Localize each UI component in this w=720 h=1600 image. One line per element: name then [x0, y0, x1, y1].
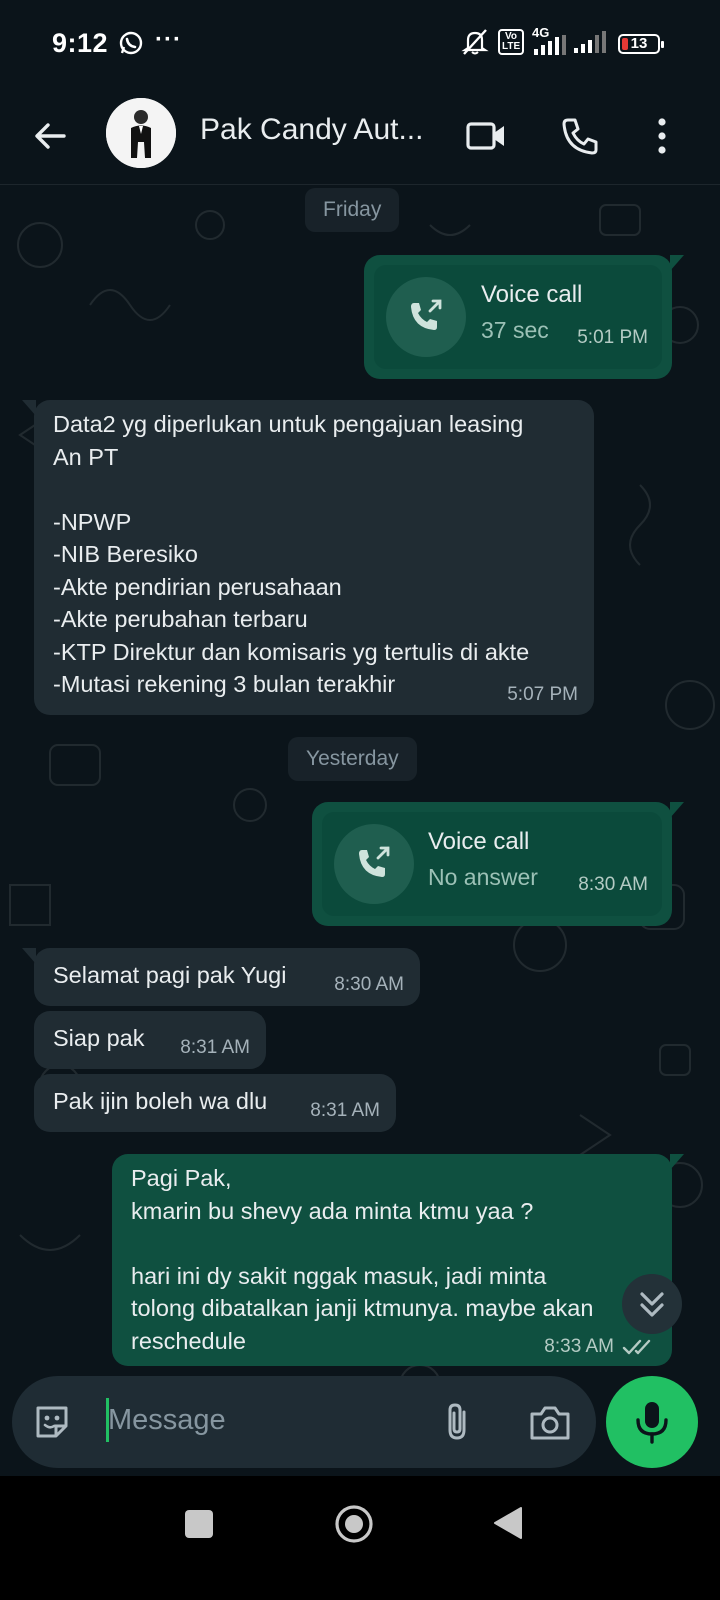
chat-area[interactable]: Friday Voice call 37 sec 5:01 PM Data2 y…	[0, 185, 720, 1407]
more-notifications-icon: ···	[155, 26, 182, 53]
message-time: 8:31 AM	[180, 1037, 250, 1058]
call-card: Voice call 37 sec 5:01 PM	[374, 265, 662, 369]
voice-message-button[interactable]	[606, 1376, 698, 1468]
volte-icon: Vo LTE	[498, 29, 524, 55]
date-divider: Yesterday	[288, 737, 417, 781]
more-options-icon[interactable]	[640, 114, 684, 158]
call-card: Voice call No answer 8:30 AM	[322, 812, 662, 916]
incoming-message-bubble[interactable]: Siap pak 8:31 AM	[34, 1011, 266, 1069]
read-receipt-icon	[622, 1339, 651, 1355]
scroll-to-bottom-button[interactable]	[622, 1274, 682, 1334]
date-divider: Friday	[305, 188, 400, 232]
camera-icon[interactable]	[528, 1402, 572, 1442]
mute-bell-icon	[461, 29, 489, 55]
back-triangle-icon	[494, 1507, 522, 1539]
message-time: 5:01 PM	[577, 327, 648, 348]
outgoing-call-bubble[interactable]: Voice call 37 sec 5:01 PM	[364, 255, 684, 379]
chat-header: Pak Candy Aut...	[0, 88, 720, 185]
contact-avatar[interactable]	[106, 98, 176, 168]
message-text: Data2 yg diperlukan untuk pengajuan leas…	[53, 411, 530, 697]
outgoing-message-bubble[interactable]: Pagi Pak, kmarin bu shevy ada minta ktmu…	[112, 1154, 684, 1366]
call-icon-circle	[386, 277, 466, 357]
call-title: Voice call	[481, 281, 583, 308]
message-input[interactable]: Message	[108, 1404, 226, 1437]
outgoing-call-bubble[interactable]: Voice call No answer 8:30 AM	[312, 802, 684, 926]
outgoing-call-icon	[359, 846, 390, 877]
message-composer: Message	[12, 1376, 596, 1468]
signal-1-icon: 4G	[532, 25, 566, 55]
contact-name[interactable]: Pak Candy Aut...	[200, 113, 423, 147]
message-time: 8:30 AM	[334, 974, 404, 995]
message-time: 8:31 AM	[310, 1100, 380, 1121]
call-status: No answer	[428, 864, 538, 890]
outgoing-call-icon	[411, 299, 442, 330]
back-arrow-icon[interactable]	[28, 114, 72, 158]
home-circle-icon	[335, 1505, 373, 1543]
call-title: Voice call	[428, 828, 530, 855]
message-time: 8:30 AM	[578, 874, 648, 895]
android-navigation-bar	[0, 1476, 720, 1600]
call-duration: 37 sec	[481, 317, 549, 343]
message-text: Pak ijin boleh wa dlu	[53, 1088, 268, 1114]
battery-percent: 13	[630, 35, 648, 52]
avatar-person-icon	[106, 98, 176, 168]
attach-paperclip-icon[interactable]	[436, 1400, 480, 1444]
video-call-icon[interactable]	[464, 114, 508, 158]
voice-call-icon[interactable]	[558, 114, 602, 158]
microphone-icon	[636, 1402, 668, 1444]
incoming-message-bubble[interactable]: Pak ijin boleh wa dlu 8:31 AM	[34, 1074, 396, 1132]
sticker-emoji-icon[interactable]	[32, 1402, 72, 1442]
incoming-message-bubble[interactable]: Data2 yg diperlukan untuk pengajuan leas…	[22, 400, 594, 715]
status-icons: Vo LTE 4G	[460, 25, 608, 56]
message-text: Selamat pagi pak Yugi	[53, 962, 287, 988]
signal-2-icon	[574, 31, 606, 53]
home-button[interactable]	[334, 1504, 374, 1544]
whatsapp-notification-icon	[119, 31, 143, 55]
message-time: 8:33 AM	[544, 1336, 614, 1357]
recent-apps-button[interactable]	[185, 1510, 213, 1538]
call-icon-circle	[334, 824, 414, 904]
battery-icon: 13	[618, 34, 664, 54]
back-button[interactable]	[493, 1506, 523, 1540]
message-text: Pagi Pak, kmarin bu shevy ada minta ktmu…	[131, 1165, 594, 1354]
status-bar: 9:12 ··· Vo LTE 4G 13	[0, 0, 720, 88]
status-time: 9:12	[52, 28, 109, 58]
message-time: 5:07 PM	[507, 684, 578, 705]
double-chevron-down-icon	[640, 1292, 664, 1317]
message-text: Siap pak	[53, 1025, 145, 1051]
incoming-message-bubble[interactable]: Selamat pagi pak Yugi 8:30 AM	[22, 948, 420, 1006]
